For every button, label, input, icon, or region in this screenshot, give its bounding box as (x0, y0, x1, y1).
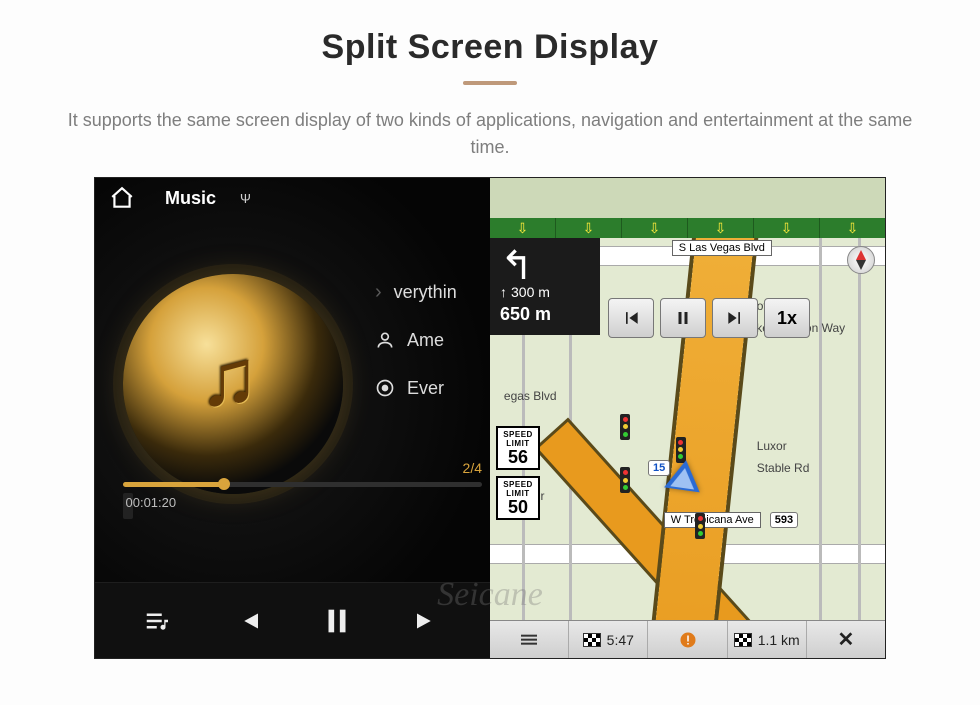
sim-next-button[interactable] (712, 298, 758, 338)
turn-primary-distance: 300 m (511, 284, 550, 300)
music-pane: Music Ψ ♫ ›verythin Ame Ever 2/4 00:01:2… (95, 178, 490, 658)
route-badge: 593 (770, 512, 798, 528)
speed-limit-sign: SPEEDLIMIT50 (496, 476, 540, 520)
title-underline (463, 81, 517, 85)
sim-pause-button[interactable] (660, 298, 706, 338)
artist-icon (375, 330, 395, 350)
simulation-controls: 1x (608, 298, 810, 338)
track-album: Ever (407, 378, 444, 399)
nav-eta[interactable]: 5:47 (569, 621, 648, 658)
speed-limit-value: 56 (498, 448, 538, 466)
lane-arrow-icon: ⇩ (781, 220, 793, 237)
map-road (858, 238, 861, 620)
sim-prev-button[interactable] (608, 298, 654, 338)
music-header: Music Ψ (95, 178, 490, 218)
speed-limit-sign: SPEEDLIMIT56 (496, 426, 540, 470)
music-note-icon: ♫ (199, 332, 259, 424)
distance-value: 1.1 km (758, 632, 800, 648)
time-elapsed: 00:01:20 (126, 495, 131, 500)
lane-arrow-icon: ⇩ (715, 220, 727, 237)
nav-bottom-bar: 5:47 1.1 km ✕ (490, 620, 885, 658)
music-header-label: Music (165, 188, 216, 209)
navigation-pane: ⇩ ⇩ ⇩ ⇩ ⇩ ⇩ S Las Vegas Blvd W Tropicana… (490, 178, 885, 658)
compass-icon[interactable] (847, 246, 875, 274)
turn-ahead-icon: ↑ (500, 284, 507, 300)
home-icon[interactable] (109, 185, 135, 211)
album-art: ♫ (123, 274, 343, 494)
page-title: Split Screen Display (0, 28, 980, 67)
lane-guidance-bar: ⇩ ⇩ ⇩ ⇩ ⇩ ⇩ (490, 218, 885, 238)
street-label: E Reno Ave (883, 414, 885, 489)
traffic-light-icon (695, 513, 705, 539)
street-label: W Tropicana Ave (664, 512, 761, 528)
turn-left-icon: ↰ (500, 246, 590, 286)
lane-arrow-icon: ⇩ (847, 220, 859, 237)
traffic-light-icon (620, 467, 630, 493)
page-subtitle: It supports the same screen display of t… (0, 107, 980, 161)
music-controls (95, 582, 490, 658)
street-label: Luxor (751, 438, 793, 454)
sim-speed-button[interactable]: 1x (764, 298, 810, 338)
street-label: egas Blvd (498, 388, 563, 404)
track-artist: Ame (407, 330, 444, 351)
checkered-flag-icon (583, 633, 601, 647)
next-button[interactable] (403, 597, 451, 645)
street-label: Stable Rd (751, 460, 816, 476)
turn-direction-panel: ↰ ↑300 m 650 m (490, 238, 600, 335)
lane-arrow-icon: ⇩ (583, 220, 595, 237)
lane-arrow-icon: ⇩ (649, 220, 661, 237)
lane-arrow-icon: ⇩ (517, 220, 529, 237)
pause-button[interactable] (313, 597, 361, 645)
nav-alert-button[interactable] (648, 621, 727, 658)
vehicle-marker-icon (664, 457, 704, 492)
album-icon (375, 378, 395, 398)
track-metadata: ›verythin Ame Ever (375, 268, 480, 412)
traffic-light-icon (620, 414, 630, 440)
playlist-button[interactable] (134, 597, 182, 645)
map-canvas[interactable]: S Las Vegas Blvd W Tropicana Ave Koval L… (490, 238, 885, 620)
progress-bar[interactable]: 00:01:20 (123, 482, 482, 487)
eta-value: 5:47 (607, 632, 634, 648)
nav-close-button[interactable]: ✕ (807, 621, 885, 658)
turn-secondary-distance: 650 m (500, 304, 590, 325)
track-index: 2/4 (463, 460, 482, 476)
device-split-screen: Music Ψ ♫ ›verythin Ame Ever 2/4 00:01:2… (95, 178, 885, 658)
checkered-flag-icon (734, 633, 752, 647)
prev-button[interactable] (224, 597, 272, 645)
time-total (126, 512, 131, 517)
nav-menu-button[interactable] (490, 621, 569, 658)
street-label: S Las Vegas Blvd (672, 240, 772, 256)
track-title: verythin (394, 282, 457, 303)
map-road (819, 238, 822, 620)
speed-limit-value: 50 (498, 498, 538, 516)
usb-source-icon[interactable]: Ψ (240, 191, 251, 206)
nav-distance[interactable]: 1.1 km (728, 621, 807, 658)
